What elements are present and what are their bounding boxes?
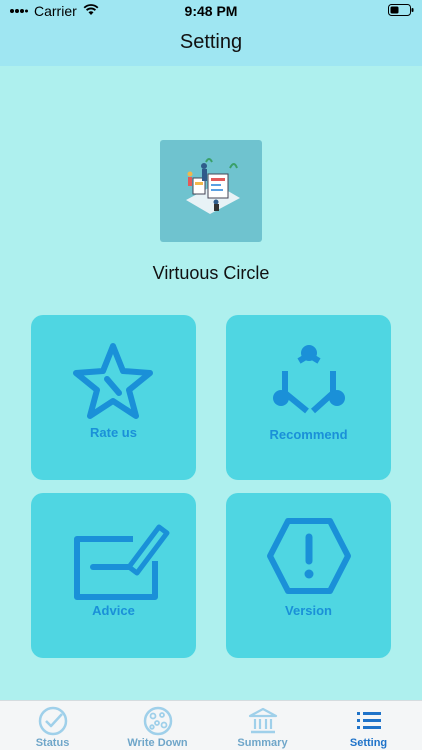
list-icon	[353, 706, 385, 741]
advice-label: Advice	[92, 603, 135, 618]
tab-write-down[interactable]: Write Down	[105, 701, 210, 750]
bank-icon	[247, 706, 279, 741]
recommend-label: Recommend	[269, 427, 348, 442]
version-button[interactable]: Version	[226, 493, 391, 658]
recommend-button[interactable]: Recommend	[226, 315, 391, 480]
tab-status[interactable]: Status	[0, 701, 105, 750]
tab-setting[interactable]: Setting	[316, 701, 421, 750]
share-icon	[273, 345, 345, 414]
edit-icon	[74, 524, 170, 600]
rate-us-button[interactable]: Rate us	[31, 315, 196, 480]
rate-us-label: Rate us	[90, 425, 137, 440]
battery-icon	[388, 3, 414, 19]
warning-icon	[267, 518, 351, 594]
app-illustration-icon	[186, 158, 240, 214]
tab-bar: Status Write Down Summary Setting	[0, 700, 422, 750]
page-title: Setting	[179, 31, 243, 53]
advice-button[interactable]: Advice	[31, 493, 196, 658]
tab-summary-label: Summary	[237, 737, 288, 749]
tab-write-down-label: Write Down	[127, 737, 188, 749]
tab-summary[interactable]: Summary	[210, 701, 315, 750]
check-circle-icon	[37, 706, 69, 741]
app-name: Virtuous Circle	[152, 263, 270, 283]
clock: 9:48 PM	[184, 3, 238, 19]
nav-bar: Setting	[0, 22, 422, 66]
cookie-icon	[142, 706, 174, 741]
tab-setting-label: Setting	[349, 737, 388, 749]
star-icon	[73, 343, 153, 419]
tab-status-label: Status	[35, 737, 70, 749]
status-bar: Carrier 9:48 PM	[0, 0, 422, 22]
app-logo	[160, 140, 262, 242]
version-label: Version	[285, 603, 332, 618]
